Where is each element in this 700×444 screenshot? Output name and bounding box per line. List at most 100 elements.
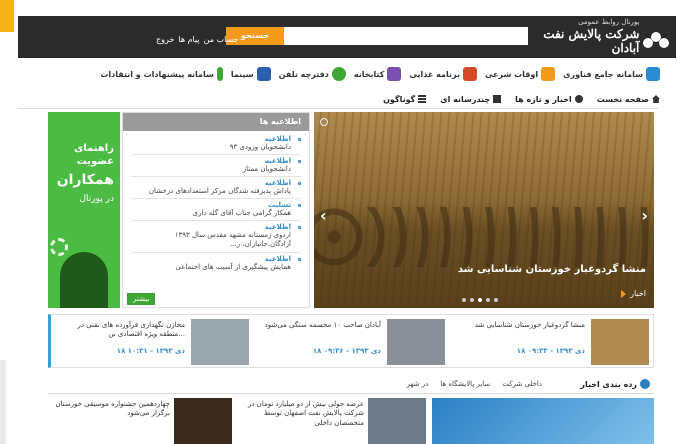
news-thumbnail[interactable]: [191, 319, 249, 365]
category-tabs: داخلی شرکت سایر پالایشگاه ها در شهر: [407, 380, 542, 388]
my-account-link[interactable]: حساب من: [204, 35, 239, 44]
slider-news-link[interactable]: اخبار: [621, 289, 646, 298]
news-thumbnail[interactable]: [368, 398, 426, 444]
slider-dot[interactable]: [486, 298, 490, 302]
slider-dot[interactable]: [470, 298, 474, 302]
list-item[interactable]: اطلاعیه اردوی زمستانه مشهد مقدس سال ۱۳۹۳…: [131, 221, 301, 253]
categories-title: رده بندی اخبار: [580, 379, 650, 389]
slider-dot[interactable]: [494, 298, 498, 302]
list-item[interactable]: اطلاعیه پاداش پذیرفته شدگان مرکز استعداد…: [131, 177, 301, 200]
news-thumbnail[interactable]: [432, 398, 654, 444]
iconbar-tech-system[interactable]: سامانه جامع فناوری: [563, 67, 660, 81]
logo-flame-icon: [643, 26, 670, 48]
news-title[interactable]: آبادان صاحب ۱۰ مجسمه سنگی می‌شود: [255, 321, 381, 330]
home-icon: [652, 95, 660, 103]
site-logo[interactable]: پورتال روابط عمومی شرکت پالایش نفت آبادا…: [518, 18, 670, 55]
news-item[interactable]: منشا گردوغبار خوزستان شناسایی شد ۱۸ دی ۱…: [459, 319, 651, 365]
news-slider[interactable]: ‹ › منشا گردوغبار خوزستان شناسایی شد اخب…: [314, 112, 654, 308]
slider-marker-icon: [320, 118, 328, 126]
more-button[interactable]: بیشتر: [127, 293, 156, 305]
item-text: دانشجویان ممتاز: [242, 165, 291, 174]
news-text[interactable]: چهاردهمین جشنواره موسیقی خوزستان برگزار …: [50, 400, 170, 419]
item-text: همکار گرامی جناب آقای گله داری: [192, 209, 291, 218]
iconbar-label: دفترچه تلفن: [278, 69, 329, 79]
iconbar-cinema[interactable]: سینما: [231, 67, 271, 81]
tab-city[interactable]: در شهر: [407, 380, 429, 388]
item-text: اردوی زمستانه مشهد مقدس سال ۱۳۹۳ آزادگان…: [174, 231, 291, 249]
globe-icon: [574, 95, 583, 103]
item-text: پاداش پذیرفته شدگان مرکز استعدادهای درخش…: [148, 187, 291, 196]
news-thumbnail[interactable]: [174, 398, 232, 444]
item-text: همایش پیشگیری از آسیب های اجتماعی: [175, 262, 292, 271]
list-item[interactable]: اطلاعیه همایش پیشگیری از آسیب های اجتماع…: [131, 253, 301, 274]
account-links: حساب من پیام ها خروج: [156, 35, 239, 44]
news-card[interactable]: چهاردهمین جشنواره موسیقی خوزستان برگزار …: [48, 398, 232, 444]
news-item[interactable]: مخازن نگهداری فرآورده های نفتی در منطقه …: [59, 319, 251, 365]
announcements-title: اطلاعیه ها: [123, 113, 309, 131]
announcements-list: اطلاعیه دانشجویان ورودی ۹۳ اطلاعیه دانشج…: [123, 131, 309, 274]
nav-label: صفحه نخست: [596, 94, 649, 104]
search-form: جستجو: [226, 27, 528, 45]
mosque-icon: [541, 67, 556, 81]
iconbar-label: سینما: [230, 69, 254, 79]
slider-dot[interactable]: [462, 298, 466, 302]
slider-image: [314, 207, 654, 267]
banner-line1: راهنمای عضویت: [74, 142, 114, 168]
item-tag: اطلاعیه: [264, 254, 291, 263]
iconbar-library[interactable]: کتابخانه: [354, 67, 402, 81]
slider-dot-active[interactable]: [478, 298, 482, 302]
announcements-panel: اطلاعیه ها اطلاعیه دانشجویان ورودی ۹۳ اط…: [122, 112, 310, 308]
list-icon: [418, 95, 427, 103]
news-thumbnail[interactable]: [387, 319, 445, 365]
nav-label: اخبار و تازه ها: [515, 94, 572, 104]
slider-caption[interactable]: منشا گردوغبار خوزستان شناسایی شد: [458, 264, 646, 275]
news-categories-bar: رده بندی اخبار داخلی شرکت سایر پالایشگاه…: [48, 376, 654, 394]
service-iconbar: سامانه جامع فناوری اوقات شرعی برنامه غذا…: [100, 64, 660, 84]
logout-link[interactable]: خروج: [156, 35, 174, 44]
media-icon: [493, 95, 502, 103]
news-card[interactable]: عرضه جولی بیش از دو میلیارد تومان در شرک…: [240, 398, 426, 444]
item-text: دانشجویان ورودی ۹۳: [229, 143, 291, 151]
item-tag: اطلاعیه: [264, 179, 291, 188]
iconbar-prayer-times[interactable]: اوقات شرعی: [485, 67, 556, 81]
list-item[interactable]: تسلیت همکار گرامی جناب آقای گله داری: [131, 199, 301, 222]
tab-internal[interactable]: داخلی شرکت: [502, 380, 542, 388]
nav-label: گوناگون: [383, 94, 416, 104]
list-item[interactable]: اطلاعیه دانشجویان ممتاز: [131, 155, 301, 178]
nav-multimedia[interactable]: چندرسانه ای: [440, 95, 502, 104]
news-date: ۱۸ دی ۱۳۹۳ - ۰۹:۳۳: [516, 347, 585, 355]
nav-misc[interactable]: گوناگون: [383, 94, 427, 104]
nav-news[interactable]: اخبار و تازه ها: [515, 95, 583, 104]
slider-next-icon[interactable]: ›: [641, 206, 648, 225]
news-title[interactable]: مخازن نگهداری فرآورده های نفتی در منطقه …: [59, 321, 185, 339]
banner-line1-text: راهنمای: [74, 143, 114, 154]
nav-home[interactable]: صفحه نخست: [597, 95, 660, 104]
logo-subtitle: پورتال روابط عمومی: [578, 18, 640, 27]
news-card[interactable]: [432, 398, 654, 444]
gear-icon: [50, 238, 68, 256]
person-silhouette-icon: [60, 252, 108, 308]
slider-dots: [462, 298, 498, 302]
iconbar-food-menu[interactable]: برنامه غذایی: [409, 67, 477, 81]
item-tag: اطلاعیه: [264, 135, 291, 143]
food-icon: [462, 67, 477, 81]
iconbar-suggestions[interactable]: سامانه پیشنهادات و انتقادات: [100, 67, 223, 81]
news-thumbnail[interactable]: [591, 319, 649, 365]
categories-title-text: رده بندی اخبار: [580, 379, 637, 389]
membership-guide-banner[interactable]: راهنمای عضویت همکاران در پورتال: [48, 112, 120, 308]
search-input[interactable]: [284, 27, 528, 45]
iconbar-label: برنامه غذایی: [409, 69, 460, 79]
banner-line2-text: عضویت: [76, 156, 114, 167]
tab-other-refineries[interactable]: سایر پالایشگاه ها: [440, 380, 490, 388]
news-item[interactable]: آبادان صاحب ۱۰ مجسمه سنگی می‌شود ۱۸ دی ۱…: [255, 319, 447, 365]
news-date: ۱۸ دی ۱۳۹۳ - ۱۰:۳۱: [116, 347, 185, 355]
banner-portal-text: در پورتال: [79, 194, 114, 204]
list-item[interactable]: اطلاعیه دانشجویان ورودی ۹۳: [131, 133, 301, 156]
slider-prev-icon[interactable]: ‹: [320, 206, 327, 225]
left-gutter: [0, 360, 6, 444]
iconbar-phonebook[interactable]: دفترچه تلفن: [279, 67, 346, 81]
messages-link[interactable]: پیام ها: [178, 35, 199, 44]
banner-big-text: همکاران: [56, 172, 114, 188]
news-text[interactable]: عرضه جولی بیش از دو میلیارد تومان در شرک…: [242, 400, 364, 428]
news-title[interactable]: منشا گردوغبار خوزستان شناسایی شد: [459, 321, 585, 330]
